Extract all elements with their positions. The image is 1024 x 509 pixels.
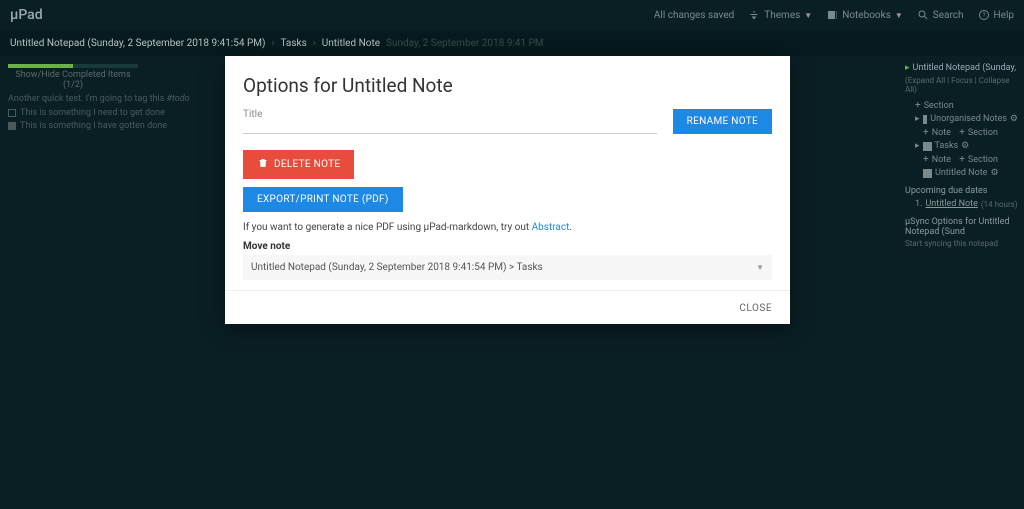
gear-icon[interactable]: ⚙ xyxy=(961,141,969,151)
folder-icon xyxy=(923,115,928,124)
pdf-hint: If you want to generate a nice PDF using… xyxy=(243,222,772,233)
chevron-right-icon: › xyxy=(271,38,274,49)
abstract-link[interactable]: Abstract xyxy=(532,222,570,233)
breadcrumb: Untitled Notepad (Sunday, 2 September 20… xyxy=(0,30,1024,56)
sidebar-tree-controls: (Expand All | Focus | Collapse All) xyxy=(905,76,1018,94)
gear-icon[interactable]: ⚙ xyxy=(1010,114,1018,124)
sidebar-sync-header: µSync Options for Untitled Notepad (Sund xyxy=(905,217,1018,237)
theme-icon xyxy=(748,9,760,21)
sidebar-notepad-title[interactable]: Untitled Notepad (Sunday, 2 September 2 xyxy=(913,63,1018,73)
topbar: µPad All changes saved Themes ▼ Notebook… xyxy=(0,0,1024,30)
chevron-right-icon: › xyxy=(313,38,316,49)
plus-icon: + xyxy=(959,154,965,165)
plus-icon: + xyxy=(915,100,921,111)
move-note-label: Move note xyxy=(243,241,772,252)
checkbox-checked[interactable] xyxy=(8,122,16,130)
export-pdf-button[interactable]: EXPORT/PRINT NOTE (PDF) xyxy=(243,187,403,212)
sidebar-add-note[interactable]: +Note +Section xyxy=(905,127,1018,138)
chevron-right-icon: ▸ xyxy=(915,114,920,124)
breadcrumb-note[interactable]: Untitled Note xyxy=(322,38,380,49)
sidebar-section-tasks[interactable]: ▸ Tasks ⚙ xyxy=(905,141,1018,151)
notebooks-menu[interactable]: Notebooks ▼ xyxy=(826,9,903,21)
task-progress[interactable]: Show/Hide Completed Items (1/2) xyxy=(8,64,138,90)
title-input[interactable]: Title xyxy=(243,109,657,134)
delete-note-button[interactable]: DELETE NOTE xyxy=(243,150,354,179)
sidebar-add-section[interactable]: + Section xyxy=(905,100,1018,111)
themes-menu[interactable]: Themes ▼ xyxy=(748,9,812,21)
close-button[interactable]: CLOSE xyxy=(739,303,772,314)
note-icon xyxy=(923,169,932,178)
help-button[interactable]: ? Help xyxy=(978,9,1014,21)
notebook-icon xyxy=(826,9,838,21)
sidebar-note-untitled[interactable]: Untitled Note ⚙ xyxy=(905,168,1018,178)
chevron-down-icon: ▼ xyxy=(756,263,764,272)
breadcrumb-section[interactable]: Tasks xyxy=(281,38,307,49)
checkbox-unchecked[interactable] xyxy=(8,109,16,117)
chevron-right-icon[interactable]: ▸ xyxy=(905,63,910,73)
breadcrumb-timestamp: Sunday, 2 September 2018 9:41 PM xyxy=(386,38,544,49)
sidebar-upcoming-header: Upcoming due dates xyxy=(905,186,1018,196)
sidebar-sync-link[interactable]: Start syncing this notepad xyxy=(905,239,1018,248)
folder-icon xyxy=(923,142,932,151)
search-button[interactable]: Search xyxy=(917,9,964,21)
sidebar-section-unorganised[interactable]: ▸ Unorganised Notes ⚙ xyxy=(905,114,1018,124)
chevron-down-icon: ▼ xyxy=(895,11,903,20)
note-options-modal: Options for Untitled Note Title RENAME N… xyxy=(225,56,790,324)
trash-icon xyxy=(257,157,269,172)
sidebar-add-note[interactable]: +Note +Section xyxy=(905,154,1018,165)
svg-text:?: ? xyxy=(982,12,985,19)
gear-icon[interactable]: ⚙ xyxy=(990,168,998,178)
app-logo: µPad xyxy=(10,7,43,23)
sidebar: ▸ Untitled Notepad (Sunday, 2 September … xyxy=(899,56,1024,509)
move-note-select[interactable]: Untitled Notepad (Sunday, 2 September 20… xyxy=(243,255,772,280)
breadcrumb-notepad[interactable]: Untitled Notepad (Sunday, 2 September 20… xyxy=(10,38,265,49)
plus-icon: + xyxy=(923,154,929,165)
rename-note-button[interactable]: RENAME NOTE xyxy=(673,109,772,134)
sidebar-upcoming-item[interactable]: 1. Untitled Note (14 hours) xyxy=(905,199,1018,209)
chevron-right-icon: ▸ xyxy=(915,141,920,151)
modal-title: Options for Untitled Note xyxy=(243,74,772,97)
hashtag[interactable]: #todo xyxy=(167,94,190,104)
plus-icon: + xyxy=(959,127,965,138)
save-status: All changes saved xyxy=(654,10,734,21)
search-icon xyxy=(917,9,929,21)
plus-icon: + xyxy=(923,127,929,138)
help-icon: ? xyxy=(978,9,990,21)
chevron-down-icon: ▼ xyxy=(804,11,812,20)
